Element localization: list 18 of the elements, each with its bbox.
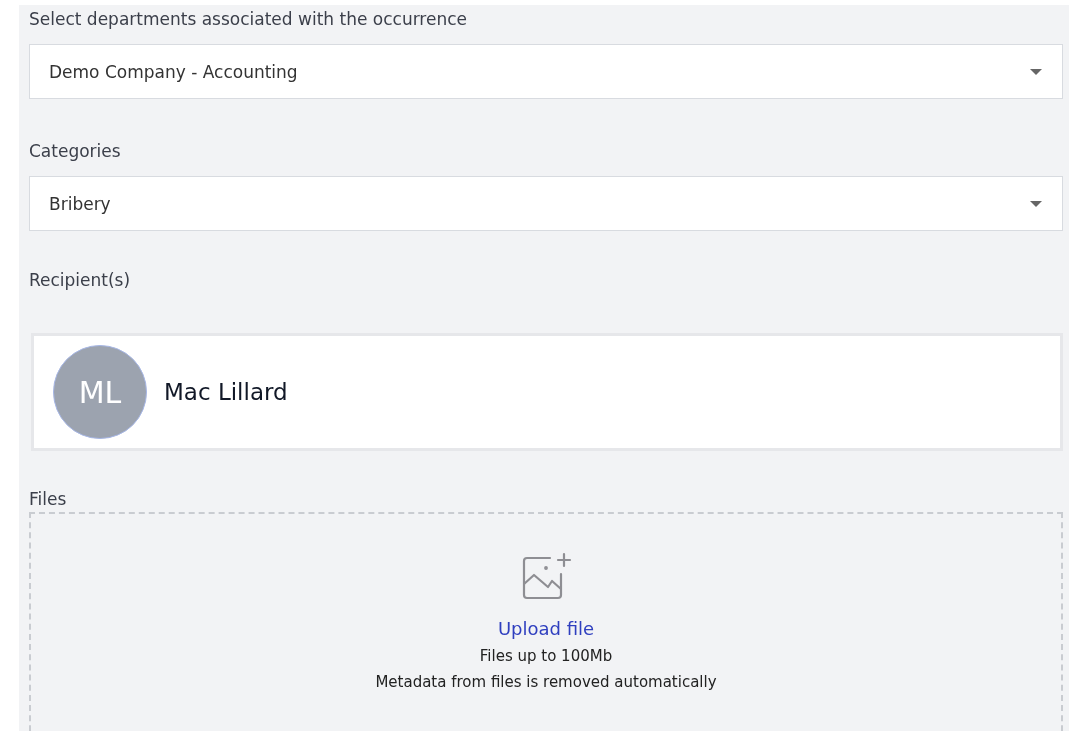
field-label: Categories [29, 140, 122, 163]
dropdown-field[interactable]: Demo Company - Accounting [29, 44, 1063, 99]
metadata-note: Metadata from files is removed automatically [375, 673, 717, 691]
file-size-limit: Files up to 100Mb [479, 647, 613, 665]
field-label: Select departments associated with the occurrence [29, 8, 468, 31]
field-label: Recipient(s) [29, 269, 132, 292]
selected-value: Demo Company - Accounting [49, 61, 298, 82]
recipient-name: Mac Lillard [164, 379, 288, 405]
field-label: Files [29, 488, 68, 511]
selected-value: Bribery [49, 193, 111, 214]
caret-icon [1030, 68, 1042, 75]
recipient-card[interactable]: ML Mac Lillard [31, 333, 1063, 451]
caret-icon [1030, 200, 1042, 207]
image-add-icon [520, 550, 572, 602]
avatar: ML [53, 345, 147, 439]
dropdown-field[interactable]: Bribery [29, 176, 1063, 231]
file-dropzone[interactable]: Upload file Files up to 100Mb Metadata from files is removed automatically [29, 512, 1063, 731]
upload-link[interactable]: Upload file [497, 618, 595, 639]
